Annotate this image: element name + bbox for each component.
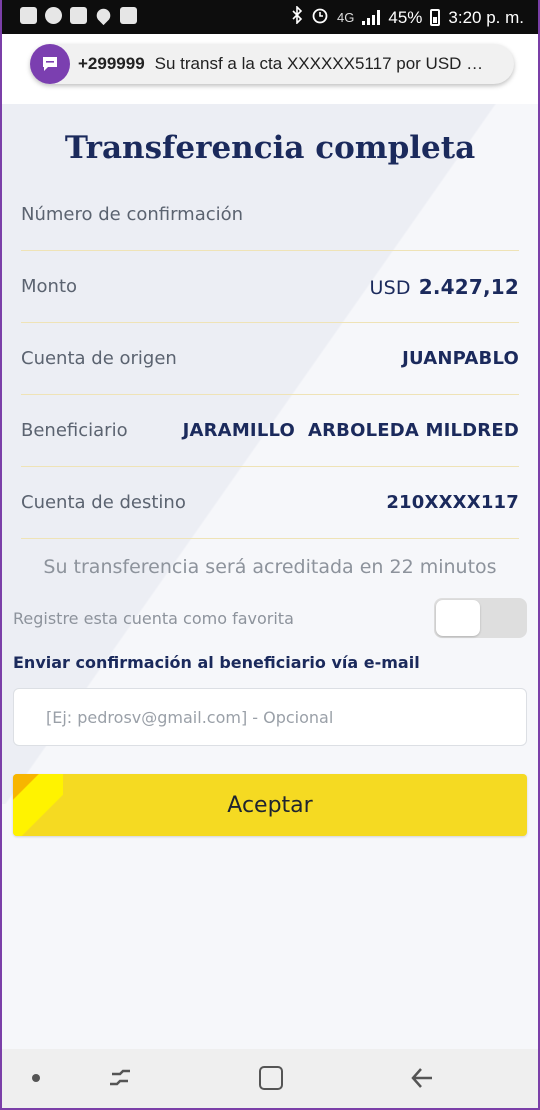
beneficiary-label: Beneficiario — [21, 420, 128, 441]
bluetooth-icon — [291, 5, 303, 29]
clock: 3:20 p. m. — [448, 7, 524, 27]
credit-time-info: Su transferencia será acreditada en 22 m… — [43, 556, 497, 578]
origin-account-row: Cuenta de origen JUANPABLO — [21, 323, 519, 395]
origin-account-value: JUANPABLO — [402, 348, 519, 369]
accept-button[interactable]: Aceptar — [13, 774, 527, 836]
confirmation-row: Número de confirmación — [21, 179, 519, 251]
email-input[interactable] — [13, 688, 527, 746]
status-bar: 4G 45% 3:20 p. m. — [2, 0, 538, 34]
chat-bubble-icon — [20, 7, 37, 24]
destination-account-value: 210XXXX117 — [386, 492, 519, 513]
toggle-knob — [436, 600, 480, 636]
favorite-label: Registre esta cuenta como favorita — [13, 609, 294, 628]
gallery-icon — [120, 7, 137, 24]
accept-button-label: Aceptar — [227, 792, 313, 818]
status-icons-left — [20, 5, 137, 26]
transfer-complete-content: Transferencia completa Número de confirm… — [2, 104, 538, 1049]
home-icon[interactable] — [259, 1066, 283, 1090]
destination-account-row: Cuenta de destino 210XXXX117 — [21, 467, 519, 539]
origin-account-label: Cuenta de origen — [21, 348, 177, 369]
status-icons-right: 4G 45% 3:20 p. m. — [291, 5, 524, 29]
dot-icon[interactable] — [32, 1074, 40, 1082]
confirmation-label: Número de confirmación — [21, 204, 244, 225]
amount-value: USD 2.427,12 — [370, 275, 520, 299]
navigation-bar — [2, 1049, 538, 1108]
beneficiary-row: Beneficiario JARAMILLO ARBOLEDA MILDRED — [21, 395, 519, 467]
notification-sender: +299999 — [78, 54, 145, 73]
whatsapp-icon — [45, 7, 62, 24]
amount-row: Monto USD 2.427,12 — [21, 251, 519, 323]
recent-apps-icon[interactable] — [106, 1065, 134, 1091]
drop-icon — [93, 5, 114, 26]
destination-account-label: Cuenta de destino — [21, 492, 186, 513]
notification-message: Su transf a la cta XXXXXX5117 por USD 24… — [154, 54, 485, 73]
beneficiary-value: JARAMILLO ARBOLEDA MILDRED — [182, 420, 519, 441]
heads-up-notification[interactable]: +299999 Su transf a la cta XXXXXX5117 po… — [30, 44, 514, 84]
back-icon[interactable] — [407, 1065, 435, 1091]
mail-icon — [70, 7, 87, 24]
signal-icon — [362, 10, 381, 25]
email-confirmation-label: Enviar confirmación al beneficiario vía … — [13, 653, 420, 672]
message-icon — [30, 44, 70, 84]
alarm-icon — [311, 6, 329, 29]
battery-percent: 45% — [388, 7, 423, 27]
page-title: Transferencia completa — [64, 130, 476, 166]
amount-currency: USD — [369, 276, 411, 299]
amount-label: Monto — [21, 276, 78, 297]
phone-screen: 4G 45% 3:20 p. m. +299999 Su transf a la… — [2, 0, 538, 1108]
battery-icon — [430, 9, 441, 26]
network-type: 4G — [337, 10, 355, 25]
amount-number: 2.427,12 — [418, 274, 519, 299]
favorite-toggle[interactable] — [434, 598, 527, 638]
